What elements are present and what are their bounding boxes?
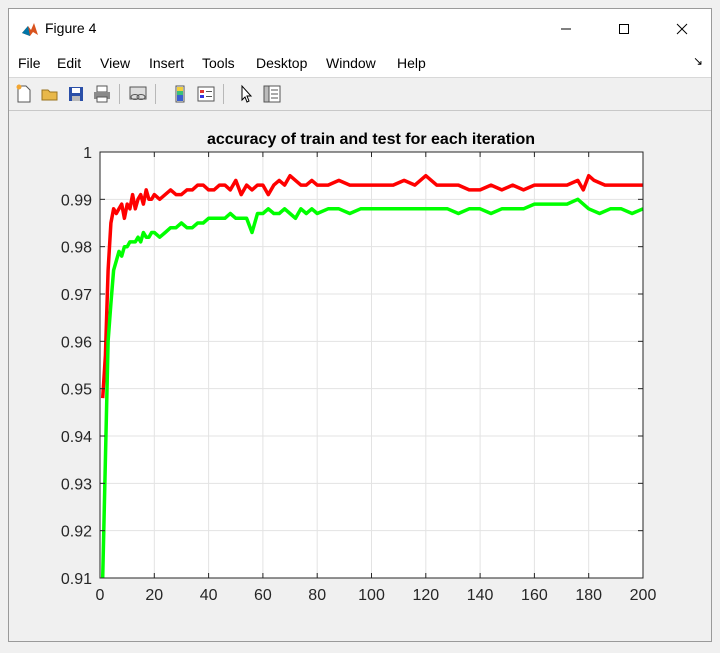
y-tick-label: 0.97 [61,287,92,304]
chart-title: accuracy of train and test for each iter… [207,131,535,148]
menu-file[interactable]: File [18,55,41,71]
matlab-logo-icon [21,21,39,39]
x-tick-label: 120 [412,587,439,604]
insert-legend-icon[interactable] [195,83,217,105]
y-tick-label: 0.99 [61,192,92,209]
edit-plot-icon[interactable] [235,83,257,105]
menu-help[interactable]: Help [397,55,426,71]
menu-edit[interactable]: Edit [57,55,81,71]
x-tick-label: 0 [96,587,105,604]
y-tick-label: 0.98 [61,240,92,257]
maximize-icon [619,24,629,34]
open-file-icon[interactable] [39,83,61,105]
minimize-button[interactable] [537,9,595,49]
x-tick-label: 160 [521,587,548,604]
menu-insert[interactable]: Insert [149,55,184,71]
x-tick-label: 20 [145,587,163,604]
menu-tools[interactable]: Tools [202,55,235,71]
title-bar[interactable]: Figure 4 [9,9,711,49]
figure-window: Figure 4 File Edit View Insert Tools Des… [8,8,712,642]
toolbar [9,78,711,111]
toolbar-separator [155,84,156,104]
dock-arrow-icon[interactable]: ↘ [693,54,703,68]
grid [99,151,644,579]
y-tick-label: 0.95 [61,382,92,399]
print-icon[interactable] [91,83,113,105]
save-icon[interactable] [65,83,87,105]
x-tick-label: 80 [308,587,326,604]
close-button[interactable] [653,9,711,49]
insert-colorbar-icon[interactable] [169,83,191,105]
menu-bar: File Edit View Insert Tools Desktop Wind… [9,49,711,78]
y-tick-label: 1 [83,145,92,162]
menu-window[interactable]: Window [326,55,376,71]
x-tick-label: 100 [358,587,385,604]
close-icon [676,23,688,35]
y-tick-label: 0.92 [61,524,92,541]
toolbar-separator [119,84,120,104]
maximize-button[interactable] [595,9,653,49]
link-plot-icon[interactable] [127,83,149,105]
window-title: Figure 4 [45,20,97,36]
accuracy-chart[interactable]: accuracy of train and test for each iter… [9,111,711,641]
y-tick-label: 0.96 [61,334,92,351]
y-tick-label: 0.94 [61,429,92,446]
figure-canvas: accuracy of train and test for each iter… [9,111,711,641]
x-tick-label: 60 [254,587,272,604]
x-tick-label: 180 [575,587,602,604]
new-figure-icon[interactable] [13,83,35,105]
minimize-icon [561,28,571,30]
toolbar-separator [223,84,224,104]
x-tick-label: 40 [200,587,218,604]
property-inspector-icon[interactable] [261,83,283,105]
menu-view[interactable]: View [100,55,130,71]
y-tick-label: 0.91 [61,571,92,588]
x-tick-label: 200 [630,587,657,604]
menu-desktop[interactable]: Desktop [256,55,307,71]
y-tick-label: 0.93 [61,476,92,493]
x-tick-label: 140 [467,587,494,604]
